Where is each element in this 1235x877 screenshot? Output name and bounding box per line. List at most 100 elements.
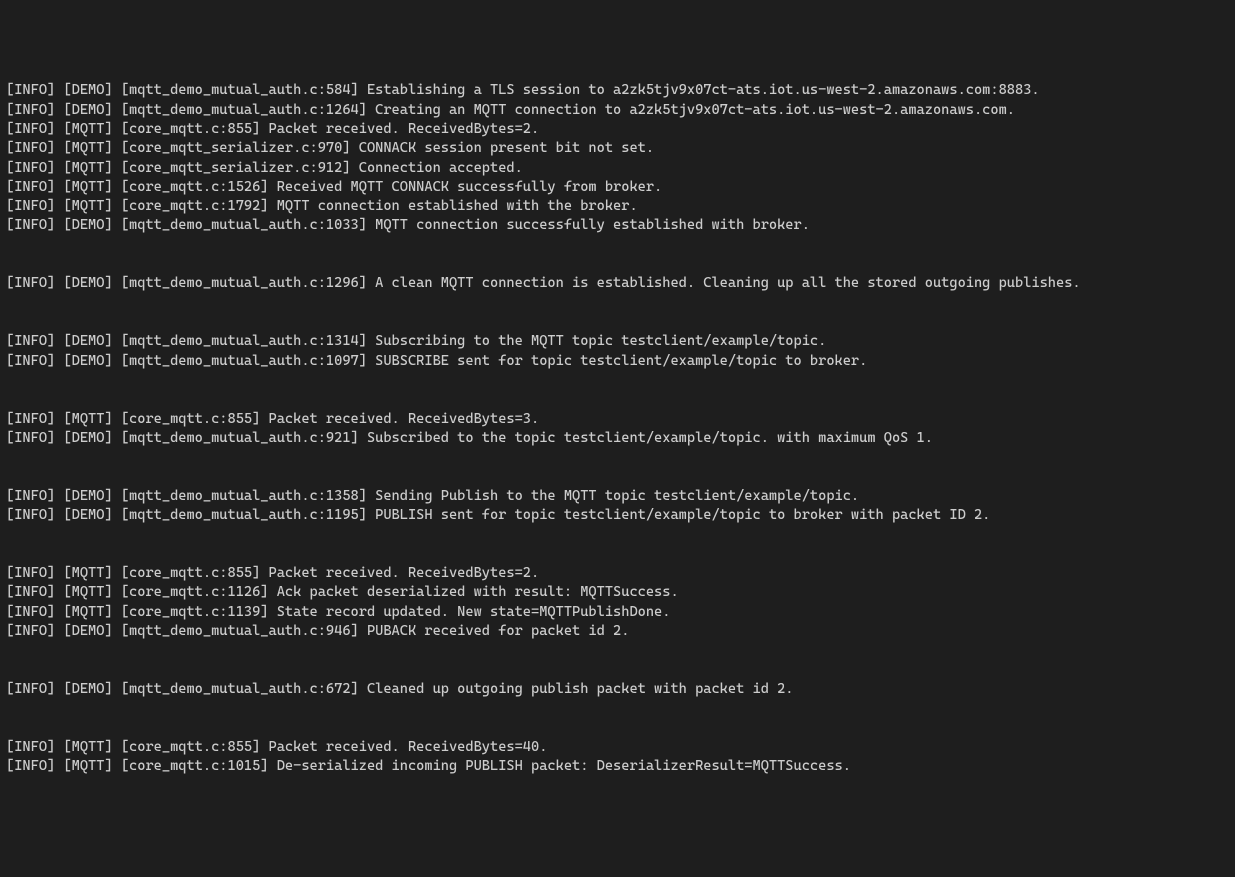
log-level: INFO	[14, 739, 47, 755]
log-source: core_mqtt_serializer.c:970	[129, 140, 342, 156]
log-output: [INFO] [DEMO] [mqtt_demo_mutual_auth.c:5…	[6, 81, 1229, 776]
log-message: Connection accepted.	[359, 160, 523, 176]
log-source: mqtt_demo_mutual_auth.c:1358	[129, 488, 359, 504]
log-message: Packet received. ReceivedBytes=2.	[269, 121, 540, 137]
log-line: [INFO] [MQTT] [core_mqtt.c:855] Packet r…	[6, 564, 1229, 583]
log-source: mqtt_demo_mutual_auth.c:1264	[129, 102, 359, 118]
log-message: De-serialized incoming PUBLISH packet: D…	[277, 758, 851, 774]
log-line: [INFO] [DEMO] [mqtt_demo_mutual_auth.c:6…	[6, 680, 1229, 699]
log-source: core_mqtt.c:855	[129, 411, 252, 427]
log-line: [INFO] [DEMO] [mqtt_demo_mutual_auth.c:1…	[6, 216, 1229, 235]
blank-line	[6, 525, 1229, 544]
log-source: core_mqtt.c:1015	[129, 758, 260, 774]
log-level: INFO	[14, 333, 47, 349]
log-level: INFO	[14, 353, 47, 369]
log-message: SUBSCRIBE sent for topic testclient/exam…	[375, 353, 867, 369]
log-message: PUBACK received for packet id 2.	[367, 623, 630, 639]
log-level: INFO	[14, 140, 47, 156]
log-level: INFO	[14, 565, 47, 581]
log-level: INFO	[14, 198, 47, 214]
log-category: DEMO	[72, 275, 105, 291]
blank-line	[6, 371, 1229, 390]
log-message: Sending Publish to the MQTT topic testcl…	[375, 488, 859, 504]
log-line: [INFO] [MQTT] [core_mqtt.c:1126] Ack pac…	[6, 583, 1229, 602]
log-category: DEMO	[72, 507, 105, 523]
log-source: core_mqtt.c:855	[129, 121, 252, 137]
log-message: A clean MQTT connection is established. …	[375, 275, 1080, 291]
blank-line	[6, 236, 1229, 255]
blank-line	[6, 294, 1229, 313]
blank-line	[6, 255, 1229, 274]
log-source: core_mqtt.c:855	[129, 565, 252, 581]
log-level: INFO	[14, 275, 47, 291]
log-line: [INFO] [MQTT] [core_mqtt_serializer.c:97…	[6, 139, 1229, 158]
log-message: Packet received. ReceivedBytes=2.	[269, 565, 540, 581]
log-category: MQTT	[72, 584, 105, 600]
log-source: mqtt_demo_mutual_auth.c:946	[129, 623, 350, 639]
log-source: mqtt_demo_mutual_auth.c:584	[129, 82, 350, 98]
log-message: Packet received. ReceivedBytes=40.	[269, 739, 548, 755]
log-level: INFO	[14, 121, 47, 137]
log-message: Ack packet deserialized with result: MQT…	[277, 584, 679, 600]
log-line: [INFO] [MQTT] [core_mqtt.c:855] Packet r…	[6, 120, 1229, 139]
log-source: mqtt_demo_mutual_auth.c:1314	[129, 333, 359, 349]
log-line: [INFO] [MQTT] [core_mqtt.c:855] Packet r…	[6, 410, 1229, 429]
log-category: MQTT	[72, 160, 105, 176]
log-message: Subscribing to the MQTT topic testclient…	[375, 333, 826, 349]
log-level: INFO	[14, 584, 47, 600]
log-message: Cleaned up outgoing publish packet with …	[367, 681, 794, 697]
log-line: [INFO] [DEMO] [mqtt_demo_mutual_auth.c:1…	[6, 487, 1229, 506]
log-category: MQTT	[72, 758, 105, 774]
log-level: INFO	[14, 623, 47, 639]
log-source: mqtt_demo_mutual_auth.c:1296	[129, 275, 359, 291]
log-source: mqtt_demo_mutual_auth.c:1033	[129, 217, 359, 233]
log-line: [INFO] [DEMO] [mqtt_demo_mutual_auth.c:1…	[6, 101, 1229, 120]
log-source: core_mqtt.c:1792	[129, 198, 260, 214]
log-line: [INFO] [DEMO] [mqtt_demo_mutual_auth.c:9…	[6, 429, 1229, 448]
blank-line	[6, 699, 1229, 718]
log-line: [INFO] [DEMO] [mqtt_demo_mutual_auth.c:9…	[6, 622, 1229, 641]
log-category: MQTT	[72, 121, 105, 137]
log-category: MQTT	[72, 411, 105, 427]
log-line: [INFO] [DEMO] [mqtt_demo_mutual_auth.c:1…	[6, 332, 1229, 351]
blank-line	[6, 468, 1229, 487]
log-category: DEMO	[72, 488, 105, 504]
blank-line	[6, 719, 1229, 738]
log-category: DEMO	[72, 623, 105, 639]
log-category: DEMO	[72, 217, 105, 233]
log-source: core_mqtt.c:1139	[129, 604, 260, 620]
log-level: INFO	[14, 217, 47, 233]
log-category: DEMO	[72, 430, 105, 446]
blank-line	[6, 661, 1229, 680]
log-category: MQTT	[72, 565, 105, 581]
log-level: INFO	[14, 179, 47, 195]
log-level: INFO	[14, 488, 47, 504]
log-message: Establishing a TLS session to a2zk5tjv9x…	[367, 82, 1040, 98]
blank-line	[6, 448, 1229, 467]
log-message: State record updated. New state=MQTTPubl…	[277, 604, 671, 620]
log-message: CONNACK session present bit not set.	[359, 140, 654, 156]
log-source: core_mqtt.c:855	[129, 739, 252, 755]
log-level: INFO	[14, 758, 47, 774]
log-message: Subscribed to the topic testclient/examp…	[367, 430, 933, 446]
log-message: Creating an MQTT connection to a2zk5tjv9…	[375, 102, 1015, 118]
log-message: MQTT connection successfully established…	[375, 217, 810, 233]
log-category: DEMO	[72, 353, 105, 369]
log-category: DEMO	[72, 333, 105, 349]
log-category: DEMO	[72, 82, 105, 98]
log-source: mqtt_demo_mutual_auth.c:672	[129, 681, 350, 697]
log-source: core_mqtt.c:1126	[129, 584, 260, 600]
log-line: [INFO] [MQTT] [core_mqtt.c:1526] Receive…	[6, 178, 1229, 197]
log-source: mqtt_demo_mutual_auth.c:1097	[129, 353, 359, 369]
blank-line	[6, 313, 1229, 332]
log-category: MQTT	[72, 604, 105, 620]
log-level: INFO	[14, 102, 47, 118]
log-level: INFO	[14, 411, 47, 427]
log-category: DEMO	[72, 681, 105, 697]
log-line: [INFO] [MQTT] [core_mqtt.c:1015] De-seri…	[6, 757, 1229, 776]
log-category: MQTT	[72, 140, 105, 156]
log-line: [INFO] [MQTT] [core_mqtt.c:1139] State r…	[6, 603, 1229, 622]
log-line: [INFO] [DEMO] [mqtt_demo_mutual_auth.c:1…	[6, 506, 1229, 525]
blank-line	[6, 390, 1229, 409]
log-message: MQTT connection established with the bro…	[277, 198, 638, 214]
